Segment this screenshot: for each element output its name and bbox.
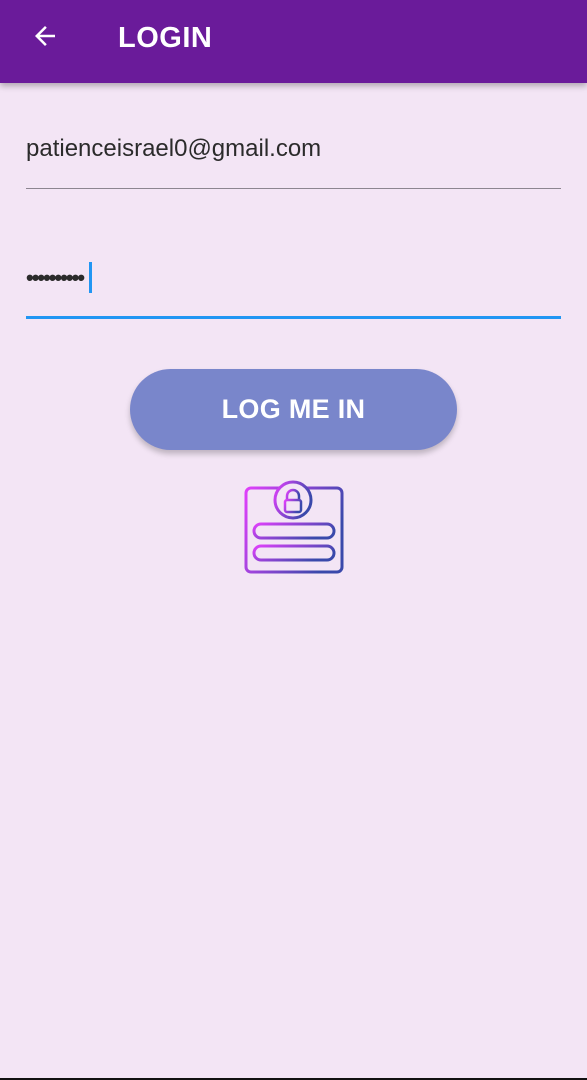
log-me-in-label: LOG ME IN [221, 394, 366, 424]
login-screen: LOGIN patienceisrael0@gmail.com ••••••••… [0, 0, 587, 1080]
page-title: LOGIN [118, 22, 213, 54]
log-me-in-button[interactable]: LOG ME IN [130, 369, 457, 450]
arrow-left-icon [30, 21, 60, 55]
password-mask: •••••••••• [26, 265, 85, 290]
email-value: patienceisrael0@gmail.com [26, 135, 322, 162]
app-bar: LOGIN [0, 0, 587, 83]
text-cursor [89, 261, 93, 293]
password-value: •••••••••• [26, 261, 93, 295]
email-field[interactable]: patienceisrael0@gmail.com [26, 130, 561, 189]
login-form-lock-icon [240, 478, 346, 576]
password-field[interactable]: •••••••••• [26, 258, 561, 319]
back-button[interactable] [18, 14, 74, 62]
